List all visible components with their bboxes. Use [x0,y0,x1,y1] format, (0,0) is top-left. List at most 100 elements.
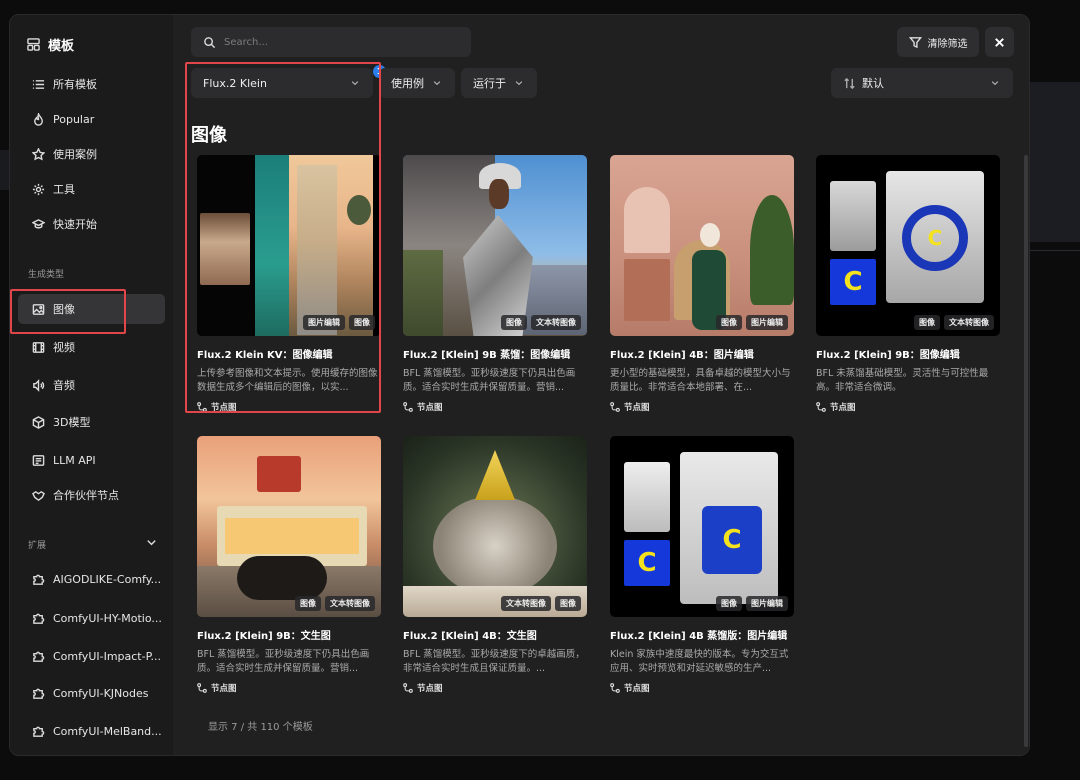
sidebar-item-label: ComfyUI-KJNodes [53,686,149,700]
card-footer: 节点图 [197,401,381,413]
card-thumbnail: 图片编辑 图像 [197,155,381,336]
card-tags: 图像 文本转图像 [295,596,375,611]
usecase-filter-dropdown[interactable]: 使用例 [379,68,455,98]
close-button[interactable] [985,27,1014,57]
search-input[interactable] [224,36,464,48]
card-tags: 图像 图片编辑 [716,315,788,330]
sidebar-item-label: 工具 [53,183,75,196]
card-footer: 节点图 [816,401,1000,413]
gear-icon [32,183,45,196]
runon-filter-dropdown[interactable]: 运行于 [461,68,537,98]
sidebar-item-video[interactable]: 视频 [18,332,165,362]
card-tags: 图像 图片编辑 [716,596,788,611]
card-tags: 文本转图像 图像 [501,596,581,611]
puzzle-icon [32,573,45,586]
tag: 文本转图像 [531,315,581,330]
audio-icon [32,378,45,392]
model-filter-dropdown[interactable]: Flux.2 Klein [191,68,373,98]
search-icon [203,36,216,49]
card-title: Flux.2 [Klein] 9B：图像编辑 [816,350,960,361]
sidebar-item-ext-1[interactable]: AIGODLIKE-Comfy... [18,564,165,594]
tag: 图像 [349,315,375,330]
chevron-down-icon [512,77,525,90]
template-card[interactable]: 图像 图片编辑 Flux.2 [Klein] 4B：图片编辑 更小型的基础模型，… [610,155,794,413]
sidebar-item-tools[interactable]: 工具 [18,174,165,204]
template-card[interactable]: 图片编辑 图像 Flux.2 Klein KV：图像编辑 上传参考图像和文本提示… [197,155,381,413]
usecase-filter-label: 使用例 [391,77,424,90]
card-description: BFL 蒸馏模型。亚秒级速度下仍具出色画质。适合实时生成并保留质量。营销... [197,649,370,674]
tag: 图像 [501,315,527,330]
image-icon [32,303,45,316]
tag: 文本转图像 [325,596,375,611]
section-label-generate: 生成类型 [28,270,65,280]
puzzle-icon [32,687,45,700]
card-description: 更小型的基础模型，具备卓越的模型大小与质量比。非常适合本地部署、在... [610,368,791,393]
chat-icon [32,454,45,467]
card-description: BFL 未蒸馏基础模型。灵活性与可控性最高。非常适合微调。 [816,368,989,393]
puzzle-icon [32,650,45,663]
tag: 图像 [295,596,321,611]
sidebar-item-llm[interactable]: LLM API [18,445,165,475]
sidebar-item-3d[interactable]: 3D模型 [18,407,165,437]
node-graph-icon [610,402,620,412]
template-card[interactable]: C C 图像 文本转图像 Flux.2 [Klein] 9B：图像编辑 BFL … [816,155,1000,413]
sidebar-item-label: 视频 [53,341,75,354]
section-label-extensions: 扩展 [28,541,47,551]
tag: 图像 [914,315,940,330]
search-bar[interactable] [191,27,471,57]
sidebar-item-ext-2[interactable]: ComfyUI-HY-Motio... [18,603,165,633]
star-icon [32,147,45,161]
card-title: Flux.2 [Klein] 4B：图片编辑 [610,350,754,361]
sidebar-item-all[interactable]: 所有模板 [18,69,165,99]
card-footer: 节点图 [197,682,381,694]
template-card[interactable]: 图像 文本转图像 Flux.2 [Klein] 9B：文生图 BFL 蒸馏模型。… [197,436,381,694]
sidebar-item-ext-4[interactable]: ComfyUI-KJNodes [18,678,165,708]
card-description: BFL 蒸馏模型。亚秒级速度下的卓越画质，非常适合实时生成且保证质量。... [403,649,585,674]
node-graph-icon [197,683,207,693]
card-footer-label: 节点图 [624,403,650,413]
node-graph-icon [197,402,207,412]
chevron-down-icon[interactable] [145,536,158,549]
cube-icon [32,415,45,429]
main-content: 清除筛选 Flux.2 Klein 1 使用例 运行于 默认 图像 图片编辑 图… [173,15,1029,755]
card-title: Flux.2 [Klein] 4B 蒸馏版：图片编辑 [610,631,788,642]
card-thumbnail: C C 图像 文本转图像 [816,155,1000,336]
list-icon [32,78,45,91]
section-title: 图像 [191,125,227,146]
sort-dropdown[interactable]: 默认 [831,68,1013,98]
template-card[interactable]: 图像 文本转图像 Flux.2 [Klein] 9B 蒸馏：图像编辑 BFL 蒸… [403,155,587,413]
card-thumbnail: 图像 文本转图像 [403,155,587,336]
sidebar-item-partner[interactable]: 合作伙伴节点 [18,480,165,510]
template-count: 显示 7 / 共 110 个模板 [208,722,313,733]
card-footer-label: 节点图 [624,684,650,694]
card-thumbnail: 文本转图像 图像 [403,436,587,617]
sidebar-item-label: Popular [53,112,95,126]
template-card[interactable]: 文本转图像 图像 Flux.2 [Klein] 4B：文生图 BFL 蒸馏模型。… [403,436,587,694]
sidebar-item-popular[interactable]: Popular [18,104,165,134]
sidebar-item-usecases[interactable]: 使用案例 [18,139,165,169]
puzzle-icon [32,612,45,625]
scrollbar[interactable] [1024,155,1028,747]
card-title: Flux.2 [Klein] 9B：文生图 [197,631,331,642]
card-thumbnail: C C 图像 图片编辑 [610,436,794,617]
clear-filters-button[interactable]: 清除筛选 [897,27,979,57]
chevron-down-icon [988,77,1001,90]
sidebar-title-text: 模板 [48,39,75,54]
sidebar-item-image[interactable]: 图像 [18,294,165,324]
sort-group: 默认 [843,75,884,91]
flame-icon [32,112,45,126]
sort-icon [843,77,856,90]
sidebar-item-quickstart[interactable]: 快速开始 [18,209,165,239]
sidebar-item-label: ComfyUI-HY-Motio... [53,611,162,625]
sidebar-item-audio[interactable]: 音频 [18,370,165,400]
card-title: Flux.2 Klein KV：图像编辑 [197,350,333,361]
tag: 图片编辑 [746,315,788,330]
card-footer: 节点图 [403,682,587,694]
sidebar-item-ext-5[interactable]: ComfyUI-MelBand... [18,716,165,746]
sidebar-item-label: 合作伙伴节点 [53,489,119,502]
layout-icon [27,38,40,51]
card-footer-label: 节点图 [417,684,443,694]
sidebar-item-ext-3[interactable]: ComfyUI-Impact-P... [18,641,165,671]
template-card[interactable]: C C 图像 图片编辑 Flux.2 [Klein] 4B 蒸馏版：图片编辑 K… [610,436,794,694]
sidebar-item-label: 快速开始 [53,218,97,231]
